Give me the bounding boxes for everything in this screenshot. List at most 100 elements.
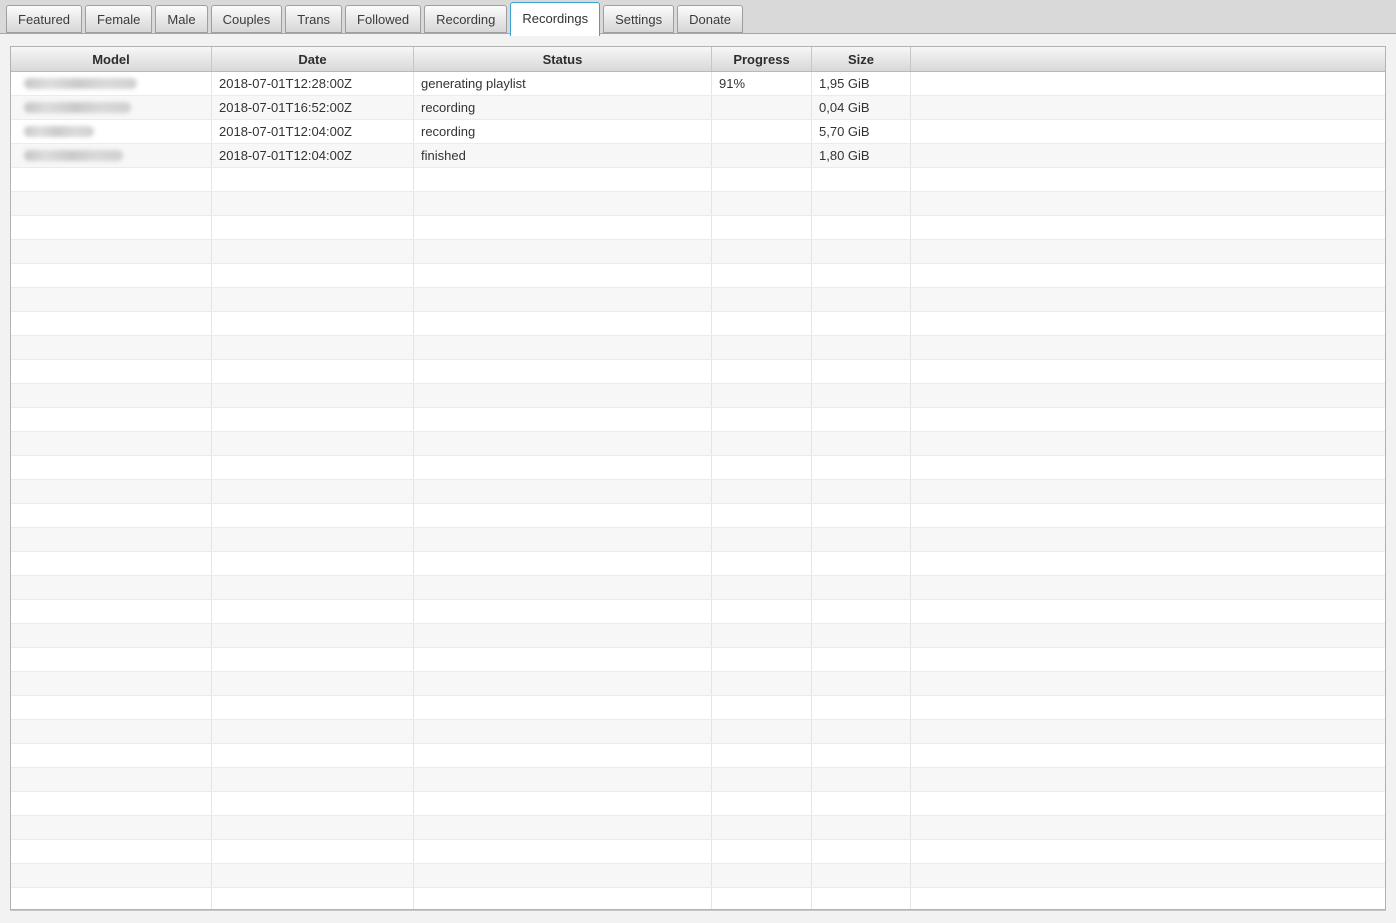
- table-row-empty: [11, 360, 1385, 384]
- table-row-empty: [11, 744, 1385, 768]
- cell-progress: [712, 528, 812, 551]
- tab-recording[interactable]: Recording: [424, 5, 507, 33]
- tab-followed[interactable]: Followed: [345, 5, 421, 33]
- cell-size: [812, 792, 911, 815]
- cell-date: [212, 600, 414, 623]
- table-row-empty: [11, 264, 1385, 288]
- cell-date: [212, 336, 414, 359]
- cell-progress: [712, 840, 812, 863]
- tab-settings[interactable]: Settings: [603, 5, 674, 33]
- tab-trans[interactable]: Trans: [285, 5, 342, 33]
- cell-size: [812, 408, 911, 431]
- cell-progress: [712, 696, 812, 719]
- cell-extra: [911, 792, 1385, 815]
- tab-donate[interactable]: Donate: [677, 5, 743, 33]
- table-row-empty: [11, 336, 1385, 360]
- cell-date: [212, 168, 414, 191]
- cell-progress: [712, 168, 812, 191]
- cell-date: [212, 816, 414, 839]
- cell-size: 1,95 GiB: [812, 72, 911, 95]
- cell-date: [212, 768, 414, 791]
- cell-date: [212, 720, 414, 743]
- cell-model: [11, 744, 212, 767]
- cell-date: [212, 792, 414, 815]
- cell-size: [812, 360, 911, 383]
- cell-progress: [712, 384, 812, 407]
- cell-status: [414, 552, 712, 575]
- cell-date: [212, 624, 414, 647]
- cell-model: [11, 456, 212, 479]
- cell-date: [212, 240, 414, 263]
- cell-status: finished: [414, 144, 712, 167]
- column-header-progress[interactable]: Progress: [712, 47, 812, 71]
- cell-model: [11, 840, 212, 863]
- cell-date: [212, 672, 414, 695]
- table-row-empty: [11, 384, 1385, 408]
- cell-model: [11, 192, 212, 215]
- cell-model: [11, 864, 212, 887]
- cell-progress: [712, 600, 812, 623]
- tab-couples[interactable]: Couples: [211, 5, 283, 33]
- cell-progress: [712, 312, 812, 335]
- column-header-status[interactable]: Status: [414, 47, 712, 71]
- cell-status: [414, 768, 712, 791]
- cell-model: [11, 888, 212, 910]
- cell-status: [414, 576, 712, 599]
- cell-date: [212, 840, 414, 863]
- tab-male[interactable]: Male: [155, 5, 207, 33]
- table-row-empty: [11, 624, 1385, 648]
- cell-progress: [712, 288, 812, 311]
- tab-female[interactable]: Female: [85, 5, 152, 33]
- cell-date: 2018-07-01T12:04:00Z: [212, 120, 414, 143]
- table-row[interactable]: 2018-07-01T12:04:00Zrecording5,70 GiB: [11, 120, 1385, 144]
- cell-size: [812, 720, 911, 743]
- cell-date: [212, 192, 414, 215]
- cell-size: [812, 696, 911, 719]
- cell-status: [414, 504, 712, 527]
- cell-model: [11, 312, 212, 335]
- recordings-table: Model Date Status Progress Size 2018-07-…: [10, 46, 1386, 910]
- cell-date: [212, 432, 414, 455]
- cell-status: [414, 288, 712, 311]
- cell-date: [212, 216, 414, 239]
- column-header-model[interactable]: Model: [11, 47, 212, 71]
- cell-size: [812, 336, 911, 359]
- cell-progress: [712, 144, 812, 167]
- cell-status: [414, 408, 712, 431]
- cell-model: [11, 72, 212, 95]
- table-row[interactable]: 2018-07-01T16:52:00Zrecording0,04 GiB: [11, 96, 1385, 120]
- cell-model: [11, 768, 212, 791]
- table-row-empty: [11, 552, 1385, 576]
- tab-featured[interactable]: Featured: [6, 5, 82, 33]
- column-header-date[interactable]: Date: [212, 47, 414, 71]
- table-row-empty: [11, 288, 1385, 312]
- cell-status: [414, 672, 712, 695]
- cell-size: [812, 528, 911, 551]
- cell-extra: [911, 408, 1385, 431]
- cell-extra: [911, 264, 1385, 287]
- cell-progress: [712, 360, 812, 383]
- cell-size: [812, 480, 911, 503]
- cell-extra: [911, 696, 1385, 719]
- cell-model: [11, 264, 212, 287]
- table-row-empty: [11, 696, 1385, 720]
- cell-size: [812, 288, 911, 311]
- redacted-model-name: [24, 78, 137, 89]
- cell-extra: [911, 240, 1385, 263]
- cell-progress: [712, 456, 812, 479]
- cell-extra: [911, 144, 1385, 167]
- tab-recordings[interactable]: Recordings: [510, 2, 600, 36]
- table-row-empty: [11, 216, 1385, 240]
- cell-extra: [911, 96, 1385, 119]
- cell-date: [212, 480, 414, 503]
- cell-model: [11, 552, 212, 575]
- cell-progress: [712, 672, 812, 695]
- cell-extra: [911, 192, 1385, 215]
- cell-model: [11, 432, 212, 455]
- table-row[interactable]: 2018-07-01T12:04:00Zfinished1,80 GiB: [11, 144, 1385, 168]
- cell-extra: [911, 336, 1385, 359]
- table-row[interactable]: 2018-07-01T12:28:00Zgenerating playlist9…: [11, 72, 1385, 96]
- column-header-size[interactable]: Size: [812, 47, 911, 71]
- cell-extra: [911, 504, 1385, 527]
- table-row-empty: [11, 312, 1385, 336]
